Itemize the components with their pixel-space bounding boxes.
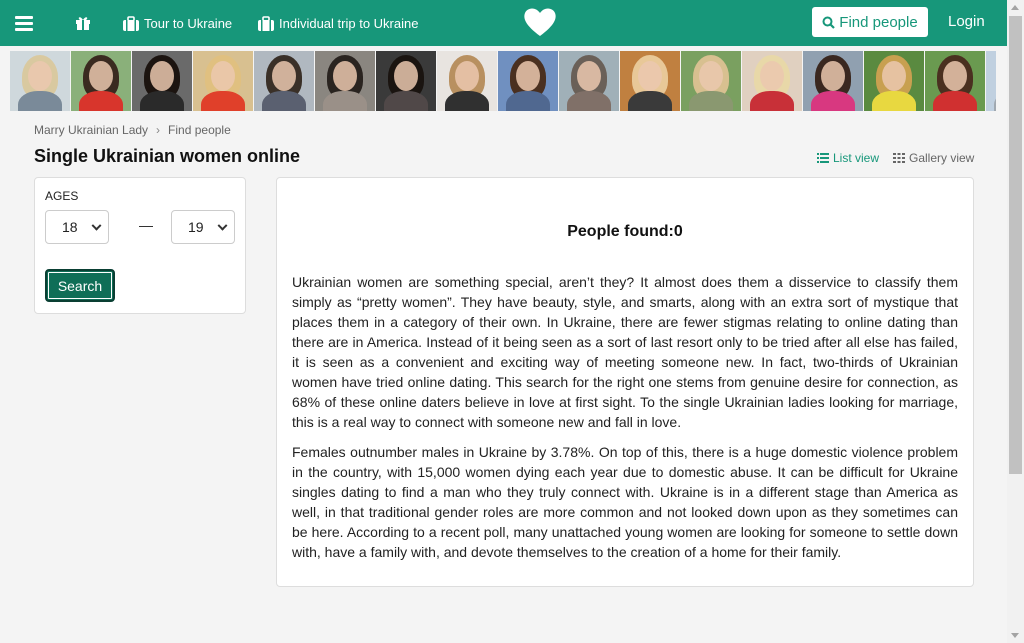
top-navbar: Tour to Ukraine Individual trip to Ukrai… [0, 0, 1007, 46]
page-scrollbar[interactable] [1007, 0, 1024, 643]
photo-face [89, 61, 113, 91]
photo-body [872, 91, 916, 111]
photo-face [211, 61, 235, 91]
photo-body [567, 91, 611, 111]
results-panel: People found:0 Ukrainian women are somet… [276, 177, 974, 587]
photo-face [516, 61, 540, 91]
photo-body [384, 91, 428, 111]
photo-face [943, 61, 967, 91]
grid-icon [893, 153, 905, 163]
scroll-thumb[interactable] [1009, 16, 1022, 474]
nav-tour-to-ukraine[interactable]: Tour to Ukraine [123, 14, 232, 32]
list-view-toggle[interactable]: List view [817, 151, 879, 165]
profile-photo-thumbnail[interactable] [315, 51, 375, 111]
chevron-down-icon [217, 220, 228, 231]
list-view-label: List view [833, 151, 880, 165]
age-to-select[interactable]: 19 [171, 210, 235, 244]
photo-face [28, 61, 52, 91]
photo-face [577, 61, 601, 91]
heart-logo-icon[interactable] [523, 6, 557, 38]
photo-face [760, 61, 784, 91]
profile-photo-thumbnail[interactable] [498, 51, 558, 111]
age-filter-panel: AGES 18 19 Search [34, 177, 246, 314]
photo-body [445, 91, 489, 111]
search-icon [822, 16, 836, 29]
photo-face [882, 61, 906, 91]
photo-body [628, 91, 672, 111]
breadcrumb-current: Find people [168, 123, 231, 137]
profile-photo-thumbnail[interactable] [681, 51, 741, 111]
photo-body [750, 91, 794, 111]
photo-face [150, 61, 174, 91]
profile-photo-thumbnail[interactable] [986, 51, 996, 111]
scroll-up-icon[interactable] [1011, 5, 1019, 10]
find-people-button[interactable]: Find people [812, 7, 928, 37]
photo-body [201, 91, 245, 111]
profile-photo-thumbnail[interactable] [620, 51, 680, 111]
list-icon [817, 153, 829, 163]
age-range-dash [139, 226, 153, 227]
nav-individual-trip[interactable]: Individual trip to Ukraine [258, 14, 418, 32]
suitcase-icon [258, 15, 274, 31]
gallery-view-toggle[interactable]: Gallery view [893, 151, 974, 165]
profile-photo-thumbnail[interactable] [10, 51, 70, 111]
ages-label: AGES [45, 189, 79, 203]
find-people-label: Find people [839, 13, 918, 31]
photo-body [994, 91, 996, 111]
breadcrumb-home[interactable]: Marry Ukrainian Lady [34, 123, 148, 137]
photo-face [394, 61, 418, 91]
breadcrumb: Marry Ukrainian Lady › Find people [34, 123, 231, 137]
photo-face [272, 61, 296, 91]
profile-photo-thumbnail[interactable] [376, 51, 436, 111]
photo-face [638, 61, 662, 91]
age-from-value: 18 [62, 219, 78, 235]
profile-photo-thumbnail[interactable] [437, 51, 497, 111]
photo-body [933, 91, 977, 111]
profile-photo-thumbnail[interactable] [742, 51, 802, 111]
photo-face [455, 61, 479, 91]
menu-icon[interactable] [15, 16, 33, 31]
photo-body [811, 91, 855, 111]
search-button[interactable]: Search [45, 269, 115, 302]
profile-photo-thumbnail[interactable] [925, 51, 985, 111]
people-found-count: People found:0 [567, 223, 683, 240]
description-paragraph: Females outnumber males in Ukraine by 3.… [292, 444, 958, 560]
chevron-right-icon: › [156, 123, 161, 137]
profile-photo-strip [10, 51, 996, 111]
age-from-select[interactable]: 18 [45, 210, 109, 244]
photo-body [18, 91, 62, 111]
nav-individual-trip-label: Individual trip to Ukraine [279, 15, 419, 31]
photo-body [506, 91, 550, 111]
profile-photo-thumbnail[interactable] [193, 51, 253, 111]
photo-face [699, 61, 723, 91]
photo-body [140, 91, 184, 111]
profile-photo-thumbnail[interactable] [864, 51, 924, 111]
gallery-view-label: Gallery view [909, 151, 975, 165]
login-link[interactable]: Login [948, 13, 985, 30]
profile-photo-thumbnail[interactable] [71, 51, 131, 111]
gift-icon[interactable] [75, 15, 91, 31]
photo-body [79, 91, 123, 111]
photo-face [821, 61, 845, 91]
description-paragraph: Ukrainian women are something special, a… [292, 274, 958, 430]
page-title: Single Ukrainian women online [34, 146, 301, 166]
suitcase-icon [123, 15, 139, 31]
photo-body [262, 91, 306, 111]
profile-photo-thumbnail[interactable] [254, 51, 314, 111]
age-to-value: 19 [188, 219, 204, 235]
chevron-down-icon [91, 220, 102, 231]
profile-photo-thumbnail[interactable] [132, 51, 192, 111]
nav-tour-label: Tour to Ukraine [144, 15, 233, 31]
scroll-down-icon[interactable] [1011, 633, 1019, 638]
photo-face [333, 61, 357, 91]
profile-photo-thumbnail[interactable] [803, 51, 863, 111]
photo-body [323, 91, 367, 111]
photo-body [689, 91, 733, 111]
profile-photo-thumbnail[interactable] [559, 51, 619, 111]
